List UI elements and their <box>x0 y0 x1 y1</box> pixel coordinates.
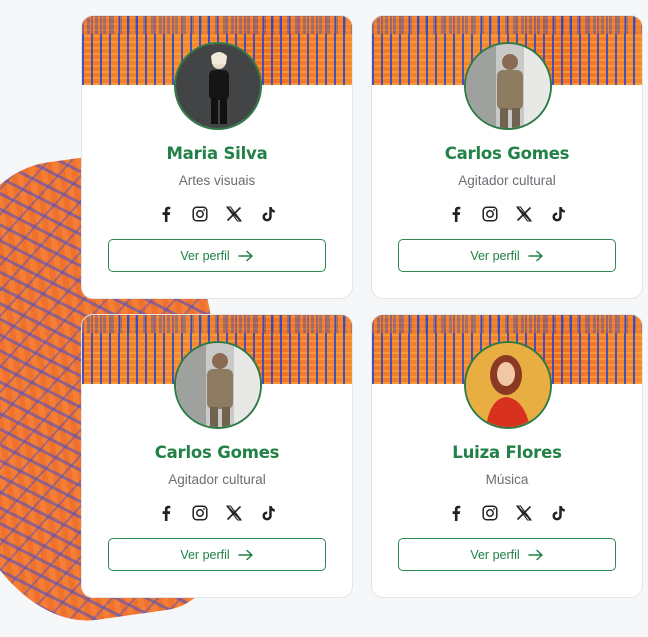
avatar <box>174 341 262 429</box>
social-links <box>82 205 352 225</box>
arrow-right-icon <box>527 549 544 561</box>
profile-card: Maria Silva Artes visuais Ver perfil <box>81 15 353 299</box>
tiktok-icon[interactable] <box>259 205 277 223</box>
arrow-right-icon <box>237 250 254 262</box>
instagram-icon[interactable] <box>481 205 499 223</box>
view-profile-label: Ver perfil <box>470 547 520 562</box>
social-links <box>372 205 642 225</box>
view-profile-button[interactable]: Ver perfil <box>108 239 326 272</box>
view-profile-label: Ver perfil <box>180 547 230 562</box>
profile-role: Agitador cultural <box>458 173 556 188</box>
profile-name: Carlos Gomes <box>154 443 280 462</box>
view-profile-label: Ver perfil <box>470 248 520 263</box>
view-profile-button[interactable]: Ver perfil <box>398 538 616 571</box>
arrow-right-icon <box>527 250 544 262</box>
avatar <box>464 42 552 130</box>
profile-role: Agitador cultural <box>168 472 266 487</box>
facebook-icon[interactable] <box>157 205 175 223</box>
instagram-icon[interactable] <box>191 205 209 223</box>
profile-name: Luiza Flores <box>452 443 562 462</box>
profile-name: Carlos Gomes <box>444 144 570 163</box>
social-links <box>372 504 642 524</box>
tiktok-icon[interactable] <box>549 504 567 522</box>
x-icon[interactable] <box>515 504 533 522</box>
x-icon[interactable] <box>225 205 243 223</box>
arrow-right-icon <box>237 549 254 561</box>
profile-name: Maria Silva <box>166 144 268 163</box>
facebook-icon[interactable] <box>157 504 175 522</box>
view-profile-button[interactable]: Ver perfil <box>108 538 326 571</box>
avatar <box>464 341 552 429</box>
social-links <box>82 504 352 524</box>
view-profile-label: Ver perfil <box>180 248 230 263</box>
x-icon[interactable] <box>225 504 243 522</box>
profile-card: Carlos Gomes Agitador cultural Ver perfi… <box>371 15 643 299</box>
profile-card: Carlos Gomes Agitador cultural Ver perfi… <box>81 314 353 598</box>
tiktok-icon[interactable] <box>259 504 277 522</box>
instagram-icon[interactable] <box>481 504 499 522</box>
profile-role: Música <box>485 472 529 487</box>
view-profile-button[interactable]: Ver perfil <box>398 239 616 272</box>
facebook-icon[interactable] <box>447 205 465 223</box>
profile-card: Luiza Flores Música Ver perfil <box>371 314 643 598</box>
profile-role: Artes visuais <box>178 173 256 188</box>
tiktok-icon[interactable] <box>549 205 567 223</box>
instagram-icon[interactable] <box>191 504 209 522</box>
avatar <box>174 42 262 130</box>
facebook-icon[interactable] <box>447 504 465 522</box>
x-icon[interactable] <box>515 205 533 223</box>
